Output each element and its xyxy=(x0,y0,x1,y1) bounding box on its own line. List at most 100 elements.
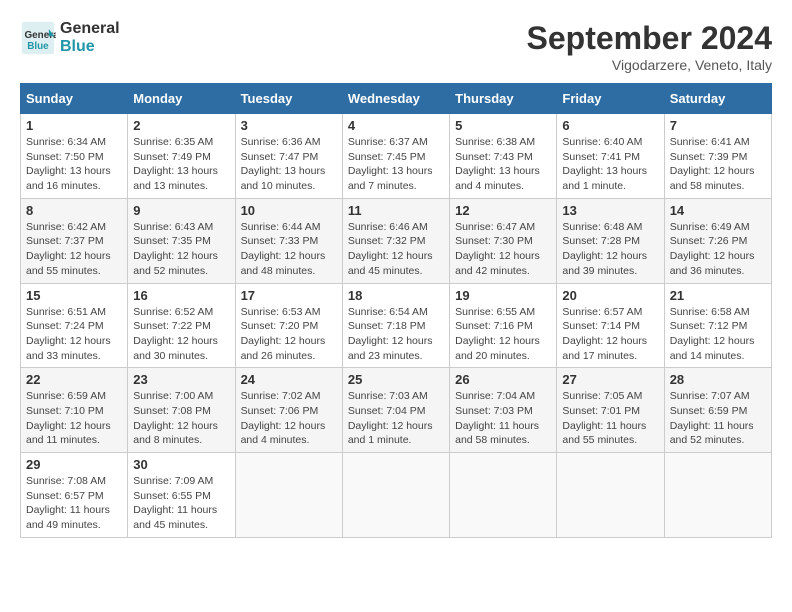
day-number: 17 xyxy=(241,288,337,303)
day-number: 4 xyxy=(348,118,444,133)
day-detail: Sunrise: 7:07 AMSunset: 6:59 PMDaylight:… xyxy=(670,389,766,448)
week-row-1: 1Sunrise: 6:34 AMSunset: 7:50 PMDaylight… xyxy=(21,114,772,199)
day-detail: Sunrise: 6:42 AMSunset: 7:37 PMDaylight:… xyxy=(26,220,122,279)
week-row-2: 8Sunrise: 6:42 AMSunset: 7:37 PMDaylight… xyxy=(21,198,772,283)
day-number: 27 xyxy=(562,372,658,387)
day-detail: Sunrise: 6:40 AMSunset: 7:41 PMDaylight:… xyxy=(562,135,658,194)
day-detail: Sunrise: 6:53 AMSunset: 7:20 PMDaylight:… xyxy=(241,305,337,364)
calendar-cell: 1Sunrise: 6:34 AMSunset: 7:50 PMDaylight… xyxy=(21,114,128,199)
col-header-wednesday: Wednesday xyxy=(342,84,449,114)
calendar-cell: 8Sunrise: 6:42 AMSunset: 7:37 PMDaylight… xyxy=(21,198,128,283)
calendar-cell: 25 Sunrise: 7:03 AMSunset: 7:04 PMDayligh… xyxy=(342,368,449,453)
title-section: September 2024 Vigodarzere, Veneto, Ital… xyxy=(527,20,772,73)
calendar-cell: 15 Sunrise: 6:51 AMSunset: 7:24 PMDayligh… xyxy=(21,283,128,368)
day-detail: Sunrise: 6:34 AMSunset: 7:50 PMDaylight:… xyxy=(26,135,122,194)
day-detail: Sunrise: 6:57 AMSunset: 7:14 PMDaylight:… xyxy=(562,305,658,364)
col-header-tuesday: Tuesday xyxy=(235,84,342,114)
day-number: 2 xyxy=(133,118,229,133)
calendar-cell xyxy=(557,453,664,538)
day-number: 18 xyxy=(348,288,444,303)
day-number: 15 xyxy=(26,288,122,303)
day-detail: Sunrise: 6:47 AMSunset: 7:30 PMDaylight:… xyxy=(455,220,551,279)
day-number: 25 xyxy=(348,372,444,387)
day-number: 6 xyxy=(562,118,658,133)
day-detail: Sunrise: 6:48 AMSunset: 7:28 PMDaylight:… xyxy=(562,220,658,279)
calendar-cell: 3Sunrise: 6:36 AMSunset: 7:47 PMDaylight… xyxy=(235,114,342,199)
day-detail: Sunrise: 7:09 AMSunset: 6:55 PMDaylight:… xyxy=(133,474,229,533)
calendar-cell xyxy=(342,453,449,538)
calendar-cell: 24 Sunrise: 7:02 AMSunset: 7:06 PMDayligh… xyxy=(235,368,342,453)
day-number: 28 xyxy=(670,372,766,387)
calendar-cell: 14 Sunrise: 6:49 AMSunset: 7:26 PMDayligh… xyxy=(664,198,771,283)
calendar-cell: 7 Sunrise: 6:41 AMSunset: 7:39 PMDaylight… xyxy=(664,114,771,199)
day-detail: Sunrise: 6:54 AMSunset: 7:18 PMDaylight:… xyxy=(348,305,444,364)
day-number: 26 xyxy=(455,372,551,387)
col-header-thursday: Thursday xyxy=(450,84,557,114)
day-detail: Sunrise: 7:02 AMSunset: 7:06 PMDaylight:… xyxy=(241,389,337,448)
calendar-cell: 19 Sunrise: 6:55 AMSunset: 7:16 PMDayligh… xyxy=(450,283,557,368)
col-header-monday: Monday xyxy=(128,84,235,114)
day-number: 19 xyxy=(455,288,551,303)
day-detail: Sunrise: 6:46 AMSunset: 7:32 PMDaylight:… xyxy=(348,220,444,279)
calendar-cell: 16 Sunrise: 6:52 AMSunset: 7:22 PMDayligh… xyxy=(128,283,235,368)
calendar-cell xyxy=(664,453,771,538)
calendar-cell: 20 Sunrise: 6:57 AMSunset: 7:14 PMDayligh… xyxy=(557,283,664,368)
day-detail: Sunrise: 7:05 AMSunset: 7:01 PMDaylight:… xyxy=(562,389,658,448)
week-row-4: 22Sunrise: 6:59 AMSunset: 7:10 PMDayligh… xyxy=(21,368,772,453)
day-number: 23 xyxy=(133,372,229,387)
month-title: September 2024 xyxy=(527,20,772,57)
day-detail: Sunrise: 6:37 AMSunset: 7:45 PMDaylight:… xyxy=(348,135,444,194)
col-header-saturday: Saturday xyxy=(664,84,771,114)
page-header: General Blue General Blue September 2024… xyxy=(20,20,772,73)
week-row-5: 29 Sunrise: 7:08 AMSunset: 6:57 PMDayligh… xyxy=(21,453,772,538)
day-detail: Sunrise: 6:49 AMSunset: 7:26 PMDaylight:… xyxy=(670,220,766,279)
day-detail: Sunrise: 6:55 AMSunset: 7:16 PMDaylight:… xyxy=(455,305,551,364)
day-number: 30 xyxy=(133,457,229,472)
day-number: 13 xyxy=(562,203,658,218)
day-number: 7 xyxy=(670,118,766,133)
calendar-cell: 4 Sunrise: 6:37 AMSunset: 7:45 PMDaylight… xyxy=(342,114,449,199)
day-number: 29 xyxy=(26,457,122,472)
calendar-cell: 17 Sunrise: 6:53 AMSunset: 7:20 PMDayligh… xyxy=(235,283,342,368)
calendar-cell: 26 Sunrise: 7:04 AMSunset: 7:03 PMDayligh… xyxy=(450,368,557,453)
calendar-cell: 2Sunrise: 6:35 AMSunset: 7:49 PMDaylight… xyxy=(128,114,235,199)
day-number: 24 xyxy=(241,372,337,387)
day-number: 11 xyxy=(348,203,444,218)
logo-icon: General Blue xyxy=(20,20,56,56)
day-number: 16 xyxy=(133,288,229,303)
day-detail: Sunrise: 6:51 AMSunset: 7:24 PMDaylight:… xyxy=(26,305,122,364)
day-detail: Sunrise: 6:43 AMSunset: 7:35 PMDaylight:… xyxy=(133,220,229,279)
day-number: 3 xyxy=(241,118,337,133)
calendar-cell: 10 Sunrise: 6:44 AMSunset: 7:33 PMDayligh… xyxy=(235,198,342,283)
day-number: 22 xyxy=(26,372,122,387)
day-detail: Sunrise: 6:58 AMSunset: 7:12 PMDaylight:… xyxy=(670,305,766,364)
week-row-3: 15 Sunrise: 6:51 AMSunset: 7:24 PMDayligh… xyxy=(21,283,772,368)
day-detail: Sunrise: 7:00 AMSunset: 7:08 PMDaylight:… xyxy=(133,389,229,448)
calendar-cell: 11 Sunrise: 6:46 AMSunset: 7:32 PMDayligh… xyxy=(342,198,449,283)
calendar-cell: 9Sunrise: 6:43 AMSunset: 7:35 PMDaylight… xyxy=(128,198,235,283)
day-number: 14 xyxy=(670,203,766,218)
col-header-sunday: Sunday xyxy=(21,84,128,114)
location: Vigodarzere, Veneto, Italy xyxy=(527,57,772,73)
day-number: 10 xyxy=(241,203,337,218)
day-detail: Sunrise: 6:44 AMSunset: 7:33 PMDaylight:… xyxy=(241,220,337,279)
day-detail: Sunrise: 6:41 AMSunset: 7:39 PMDaylight:… xyxy=(670,135,766,194)
calendar-cell: 18 Sunrise: 6:54 AMSunset: 7:18 PMDayligh… xyxy=(342,283,449,368)
day-number: 12 xyxy=(455,203,551,218)
calendar-cell: 29 Sunrise: 7:08 AMSunset: 6:57 PMDayligh… xyxy=(21,453,128,538)
day-detail: Sunrise: 7:08 AMSunset: 6:57 PMDaylight:… xyxy=(26,474,122,533)
calendar-cell xyxy=(235,453,342,538)
calendar-cell: 27 Sunrise: 7:05 AMSunset: 7:01 PMDayligh… xyxy=(557,368,664,453)
calendar-cell xyxy=(450,453,557,538)
day-detail: Sunrise: 7:04 AMSunset: 7:03 PMDaylight:… xyxy=(455,389,551,448)
logo-general: General xyxy=(60,20,120,38)
logo: General Blue General Blue xyxy=(20,20,120,56)
svg-text:Blue: Blue xyxy=(27,41,49,52)
day-detail: Sunrise: 7:03 AMSunset: 7:04 PMDaylight:… xyxy=(348,389,444,448)
calendar-cell: 12 Sunrise: 6:47 AMSunset: 7:30 PMDayligh… xyxy=(450,198,557,283)
calendar-table: SundayMondayTuesdayWednesdayThursdayFrid… xyxy=(20,83,772,538)
day-detail: Sunrise: 6:52 AMSunset: 7:22 PMDaylight:… xyxy=(133,305,229,364)
logo-blue: Blue xyxy=(60,38,120,56)
day-number: 20 xyxy=(562,288,658,303)
day-number: 21 xyxy=(670,288,766,303)
